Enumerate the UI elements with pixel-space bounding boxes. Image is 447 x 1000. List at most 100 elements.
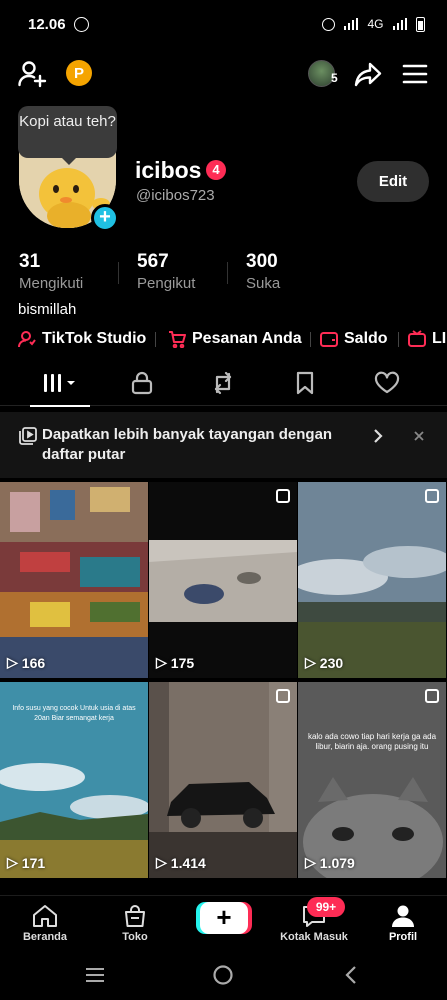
- whatsapp-icon: [73, 16, 89, 32]
- clock: 12.06: [28, 15, 66, 33]
- stat-likes[interactable]: 300 Suka: [246, 251, 280, 292]
- signal-icon-2: [392, 18, 407, 30]
- notification-badge[interactable]: 4: [206, 160, 226, 180]
- studio-icon: [18, 331, 36, 348]
- display-name: icibos: [135, 157, 202, 183]
- back-icon[interactable]: [342, 965, 360, 985]
- multi-photo-icon: [425, 689, 439, 703]
- view-count-value: 1.414: [170, 854, 206, 871]
- nav-profile[interactable]: Profil: [378, 896, 428, 952]
- multi-photo-icon: [425, 489, 439, 503]
- tab-saved[interactable]: [275, 360, 335, 406]
- lock-icon: [131, 371, 153, 395]
- stat-value: 300: [246, 251, 278, 272]
- share-icon[interactable]: [352, 58, 384, 90]
- link-divider: [155, 332, 156, 347]
- video-tile[interactable]: ▷ 1.414: [149, 682, 297, 878]
- view-count: ▷ 171: [7, 854, 46, 871]
- nav-home[interactable]: Beranda: [20, 896, 70, 952]
- coin-icon[interactable]: P: [66, 60, 92, 86]
- status-icons: 4G: [321, 16, 425, 32]
- edit-profile-button[interactable]: Edit: [357, 161, 429, 202]
- close-icon[interactable]: [411, 428, 427, 444]
- menu-icon[interactable]: [399, 58, 431, 90]
- video-grid: ▷ 166 ▷ 175 ▷ 230 Info susu yang cocok U…: [0, 482, 447, 895]
- nav-label: Toko: [122, 931, 148, 943]
- link-label: LI: [432, 330, 447, 347]
- profile-top-bar: P 5: [0, 48, 447, 100]
- bio-text: bismillah: [18, 301, 77, 318]
- username: @icibos723: [136, 187, 215, 204]
- network-type: 4G: [367, 17, 384, 31]
- link-divider: [398, 332, 399, 347]
- nav-label: Profil: [388, 931, 418, 943]
- stat-followers[interactable]: 567 Pengikut: [137, 251, 195, 292]
- promo-text: Dapatkan lebih banyak tayangan dengan da…: [42, 426, 333, 463]
- avatar-tooltip[interactable]: Kopi atau teh?: [18, 106, 117, 165]
- nav-shop[interactable]: Toko: [110, 896, 160, 952]
- stat-following[interactable]: 31 Mengikuti: [19, 251, 83, 292]
- view-count-value: 171: [21, 854, 46, 871]
- orders-link[interactable]: Pesanan Anda: [168, 325, 302, 353]
- live-icon: [408, 330, 426, 347]
- tiktok-studio-link[interactable]: TikTok Studio: [18, 325, 146, 353]
- playlist-promo-banner[interactable]: Dapatkan lebih banyak tayangan dengan da…: [0, 412, 447, 478]
- multi-photo-icon: [276, 689, 290, 703]
- system-nav-bar: [0, 951, 447, 1000]
- nav-label: Kotak Masuk: [280, 931, 348, 943]
- link-divider: [310, 332, 311, 347]
- balance-link[interactable]: Saldo: [320, 325, 388, 353]
- wallet-icon: [320, 332, 338, 347]
- video-tile[interactable]: ▷ 175: [149, 482, 297, 678]
- tab-private[interactable]: [112, 360, 172, 406]
- stat-label: Suka: [246, 275, 281, 292]
- content-tabs: [0, 360, 447, 407]
- repost-icon: [214, 371, 232, 395]
- view-count-value: 166: [21, 654, 46, 671]
- view-count: ▷ 1.414: [156, 854, 206, 871]
- video-tile[interactable]: ▷ 230: [298, 482, 446, 678]
- battery-icon: [416, 16, 425, 32]
- add-friend-icon[interactable]: [16, 58, 48, 90]
- view-count: ▷ 230: [305, 654, 344, 671]
- view-count: ▷ 175: [156, 654, 195, 671]
- video-caption: kalo ada cowo tiap hari kerja ga ada lib…: [307, 732, 437, 751]
- bookmark-icon: [296, 371, 314, 395]
- alarm-icon: [321, 17, 335, 31]
- video-tile[interactable]: Info susu yang cocok Untuk usia di atas …: [0, 682, 148, 878]
- status-bar: 12.06 4G: [0, 0, 447, 48]
- view-count-value: 1.079: [319, 854, 355, 871]
- view-count-value: 230: [319, 654, 344, 671]
- video-caption: Info susu yang cocok Untuk usia di atas …: [12, 705, 136, 722]
- tab-reposts[interactable]: [193, 360, 253, 406]
- link-label: Pesanan Anda: [192, 330, 302, 347]
- video-tile[interactable]: ▷ 166: [0, 482, 148, 678]
- heart-icon: [374, 371, 400, 394]
- view-count: ▷ 1.079: [305, 854, 355, 871]
- stat-divider: [227, 262, 228, 284]
- playlist-icon: [18, 426, 38, 446]
- chevron-right-icon[interactable]: [370, 428, 386, 444]
- tab-videos[interactable]: [30, 360, 90, 407]
- link-label: TikTok Studio: [42, 330, 147, 347]
- stat-divider: [118, 262, 119, 284]
- home-button-icon[interactable]: [212, 964, 234, 986]
- nav-label: Beranda: [22, 931, 68, 943]
- cart-icon: [169, 331, 186, 348]
- live-link[interactable]: LI: [408, 325, 446, 353]
- shop-icon: [125, 905, 145, 927]
- profile-icon: [392, 905, 414, 927]
- signal-icon: [343, 18, 359, 30]
- view-count-value: 175: [170, 654, 195, 671]
- recent-apps-icon[interactable]: [84, 965, 106, 985]
- create-button[interactable]: +: [200, 902, 248, 934]
- stat-label: Pengikut: [137, 275, 196, 292]
- inbox-badge: 99+: [307, 897, 345, 917]
- video-tile[interactable]: kalo ada cowo tiap hari kerja ga ada lib…: [298, 682, 446, 878]
- home-icon: [33, 905, 57, 927]
- tab-liked[interactable]: [357, 360, 417, 406]
- add-avatar-icon[interactable]: +: [91, 204, 119, 232]
- quick-links: TikTok Studio Pesanan Anda Saldo LI: [0, 325, 447, 353]
- stat-value: 567: [137, 251, 169, 272]
- stat-value: 31: [19, 251, 41, 272]
